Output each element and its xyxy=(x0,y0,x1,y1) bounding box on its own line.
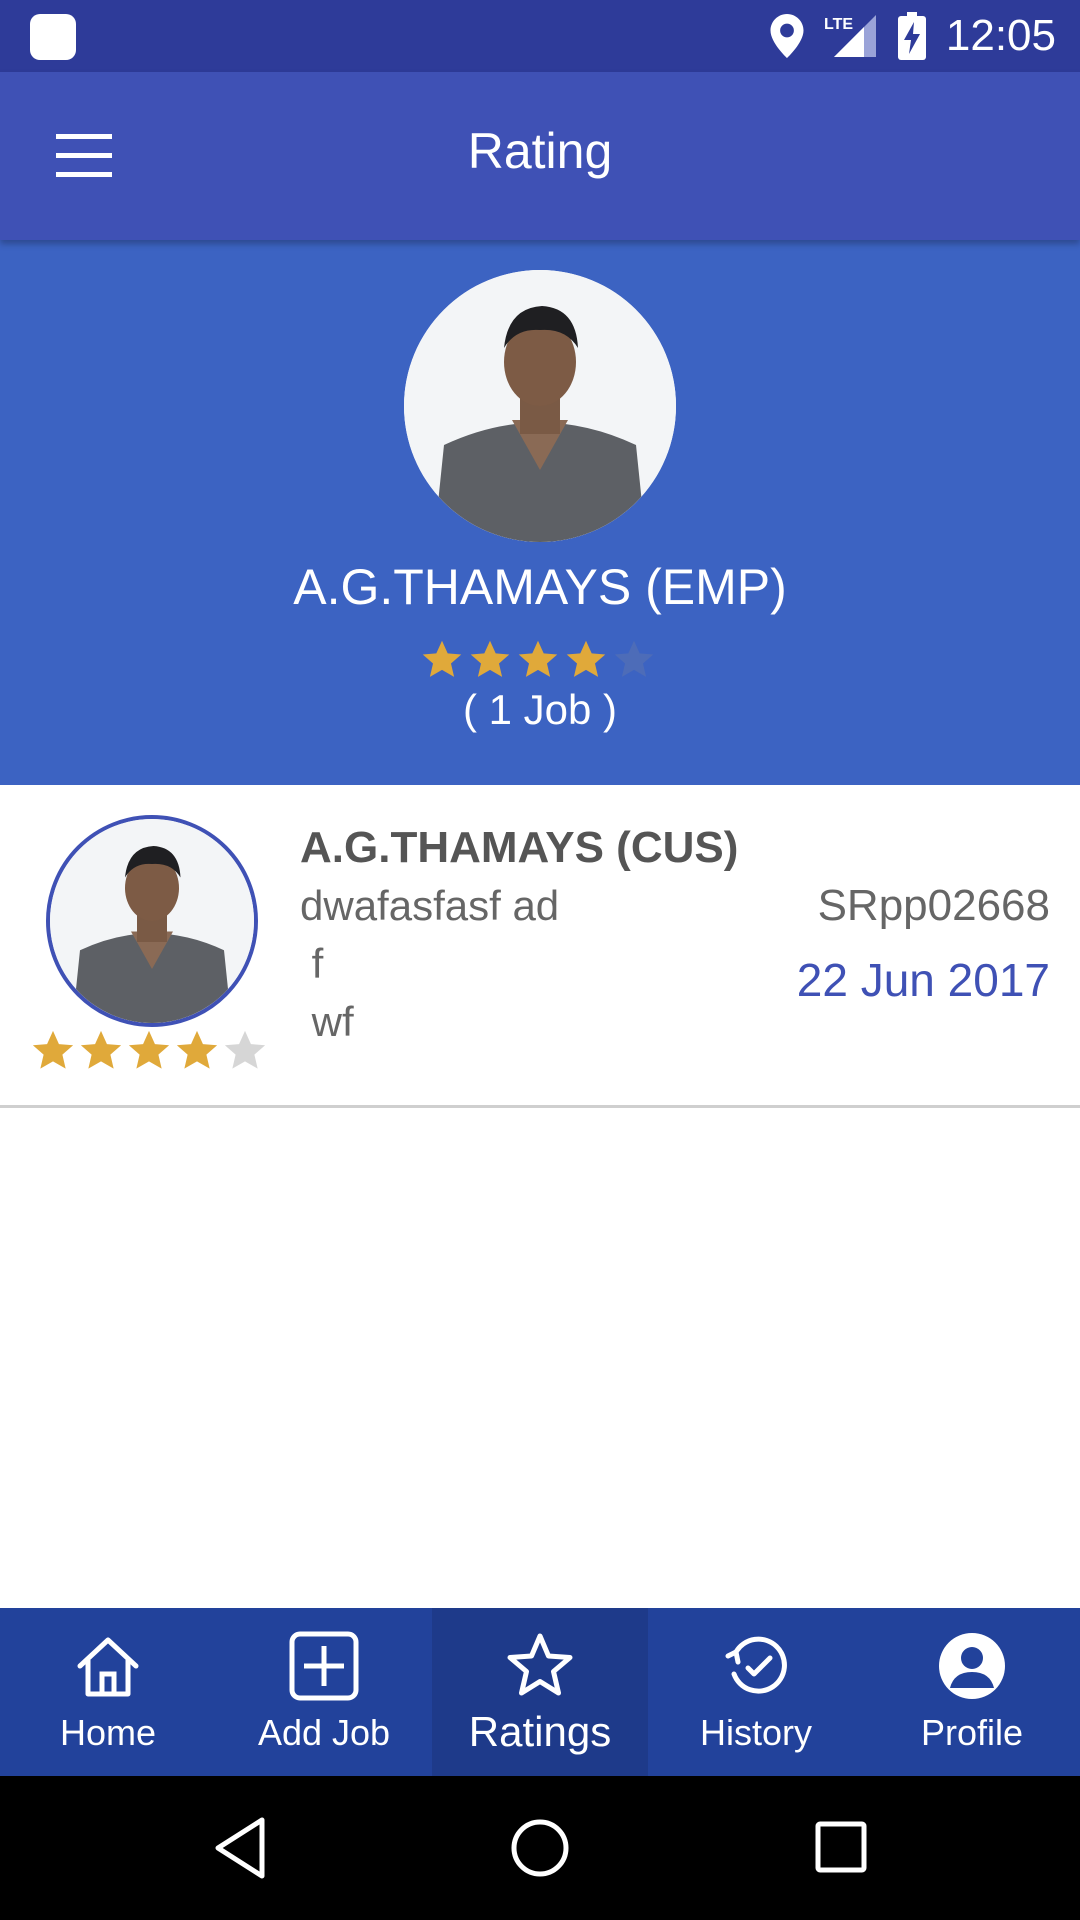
employee-name: A.G.THAMAYS (EMP) xyxy=(293,559,787,615)
star-empty-icon xyxy=(614,640,654,677)
app-bar: Rating xyxy=(0,72,1080,240)
status-time: 12:05 xyxy=(945,11,1056,60)
star-filled-icon xyxy=(566,640,606,677)
status-bar: LTE 12:05 xyxy=(0,0,1080,72)
nav-label-home: Home xyxy=(59,1712,157,1753)
star-filled-icon xyxy=(176,1030,218,1069)
nav-item-home[interactable]: Home xyxy=(0,1608,216,1776)
star-empty-icon xyxy=(224,1030,266,1069)
nav-label-add-job: Add Job xyxy=(257,1712,391,1753)
system-nav-bar xyxy=(0,1776,1080,1920)
battery-charging-icon xyxy=(897,12,926,60)
job-date: 22 Jun 2017 xyxy=(796,954,1050,1006)
list-item[interactable]: A.G.THAMAYS (CUS) dwafasfasf ad f wf SRp… xyxy=(0,785,1080,1108)
add-box-icon xyxy=(289,1631,359,1701)
customer-rating-stars xyxy=(30,1028,268,1074)
star-filled-icon xyxy=(80,1030,122,1069)
nav-item-history[interactable]: History xyxy=(648,1608,864,1776)
employee-jobs-count: ( 1 Job ) xyxy=(462,686,618,733)
location-icon xyxy=(770,14,804,58)
nav-label-ratings: Ratings xyxy=(468,1708,612,1755)
nav-label-history: History xyxy=(699,1712,812,1753)
status-icons: LTE 12:05 xyxy=(770,0,1056,72)
star-filled-icon xyxy=(518,640,558,677)
back-icon[interactable] xyxy=(212,1816,268,1880)
recents-icon[interactable] xyxy=(814,1820,868,1874)
star-filled-icon xyxy=(470,640,510,677)
account-circle-icon xyxy=(939,1633,1005,1699)
bottom-navigation: Home Add Job Ratings History Profile xyxy=(0,1608,1080,1776)
customer-name: A.G.THAMAYS (CUS) xyxy=(300,823,739,872)
employee-rating-stars xyxy=(420,638,656,682)
job-code: SRpp02668 xyxy=(817,881,1050,930)
employee-avatar xyxy=(404,270,676,542)
star-filled-icon xyxy=(32,1030,74,1069)
star-filled-icon xyxy=(422,640,462,677)
home-icon xyxy=(77,1637,139,1697)
svg-text:LTE: LTE xyxy=(824,16,853,33)
customer-avatar xyxy=(46,815,258,1027)
nav-item-add-job[interactable]: Add Job xyxy=(216,1608,432,1776)
star-filled-icon xyxy=(128,1030,170,1069)
employee-summary: A.G.THAMAYS (EMP) ( 1 Job ) xyxy=(0,240,1080,785)
app-notification-icon xyxy=(30,14,76,60)
lte-signal-icon: LTE xyxy=(824,15,876,57)
nav-label-profile: Profile xyxy=(920,1712,1024,1753)
nav-item-profile[interactable]: Profile xyxy=(864,1608,1080,1776)
star-outline-icon xyxy=(507,1633,573,1696)
rating-comment: dwafasfasf ad f wf xyxy=(300,882,560,1045)
nav-item-ratings[interactable]: Ratings xyxy=(432,1608,648,1776)
page-title: Rating xyxy=(467,123,613,179)
history-icon xyxy=(725,1636,787,1694)
home-button-icon[interactable] xyxy=(510,1818,570,1878)
